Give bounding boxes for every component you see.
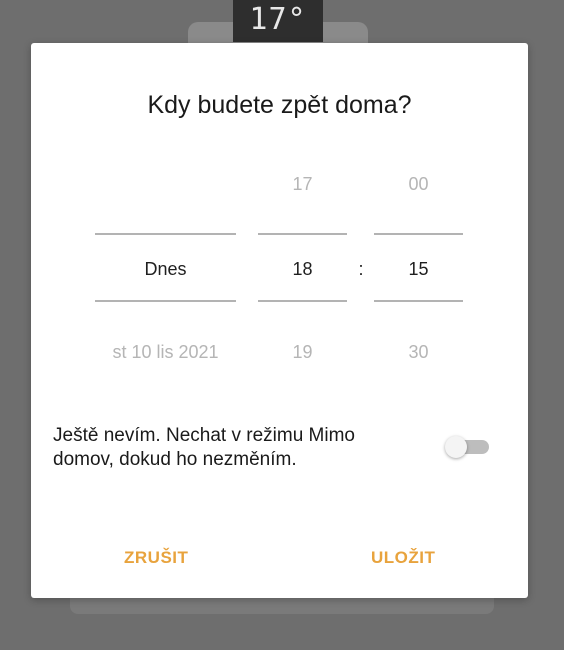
save-button[interactable]: ULOŽIT — [371, 548, 435, 568]
day-option-selected[interactable]: Dnes — [95, 259, 236, 280]
day-picker-wheel[interactable]: Dnes st 10 lis 2021 — [95, 153, 236, 373]
day-selection-top-divider — [95, 233, 236, 235]
minute-selection-top-divider — [374, 233, 463, 235]
away-mode-label: Ještě nevím. Nechat v režimu Mimo domov,… — [53, 425, 355, 470]
minute-option-below[interactable]: 30 — [374, 342, 463, 363]
dialog-title: Kdy budete zpět doma? — [147, 91, 412, 119]
minute-picker-wheel[interactable]: 00 15 30 — [374, 153, 463, 373]
day-option-below[interactable]: st 10 lis 2021 — [95, 342, 236, 363]
minute-option-selected[interactable]: 15 — [374, 259, 463, 280]
day-selection-bottom-divider — [95, 300, 236, 302]
minute-option-above[interactable]: 00 — [374, 174, 463, 195]
minute-selection-bottom-divider — [374, 300, 463, 302]
background-card-bottom — [70, 598, 494, 614]
hour-picker-wheel[interactable]: 17 18 19 — [258, 153, 347, 373]
toggle-thumb — [445, 436, 467, 458]
return-time-dialog: Kdy budete zpět doma? Dnes st 10 lis 202… — [31, 43, 528, 598]
hour-selection-bottom-divider — [258, 300, 347, 302]
hour-option-above[interactable]: 17 — [258, 174, 347, 195]
hour-option-selected[interactable]: 18 — [258, 259, 347, 280]
hour-option-below[interactable]: 19 — [258, 342, 347, 363]
time-separator: : — [358, 259, 364, 279]
hour-selection-top-divider — [258, 233, 347, 235]
away-mode-toggle[interactable] — [445, 436, 489, 458]
background-temperature-display: 17° — [233, 0, 323, 42]
cancel-button[interactable]: ZRUŠIT — [124, 548, 188, 568]
